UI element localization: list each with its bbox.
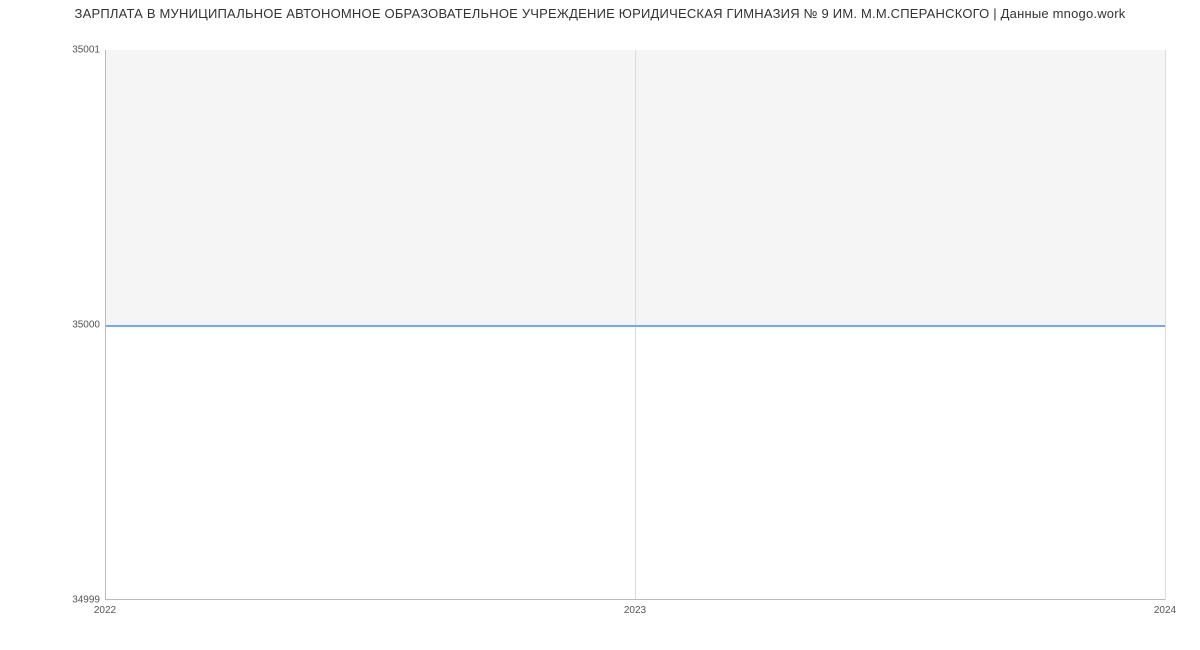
y-tick-bottom: 34999 — [72, 595, 100, 606]
x-tick-2024: 2024 — [1154, 605, 1176, 616]
x-tick-2023: 2023 — [624, 605, 646, 616]
salary-line-chart: ЗАРПЛАТА В МУНИЦИПАЛЬНОЕ АВТОНОМНОЕ ОБРА… — [0, 0, 1200, 650]
chart-title: ЗАРПЛАТА В МУНИЦИПАЛЬНОЕ АВТОНОМНОЕ ОБРА… — [0, 6, 1200, 21]
axes-frame — [105, 50, 1165, 600]
y-tick-mid: 35000 — [72, 320, 100, 331]
plot-area — [105, 50, 1165, 600]
gridline-x-2024 — [1165, 50, 1166, 600]
y-tick-top: 35001 — [72, 45, 100, 56]
x-tick-2022: 2022 — [94, 605, 116, 616]
